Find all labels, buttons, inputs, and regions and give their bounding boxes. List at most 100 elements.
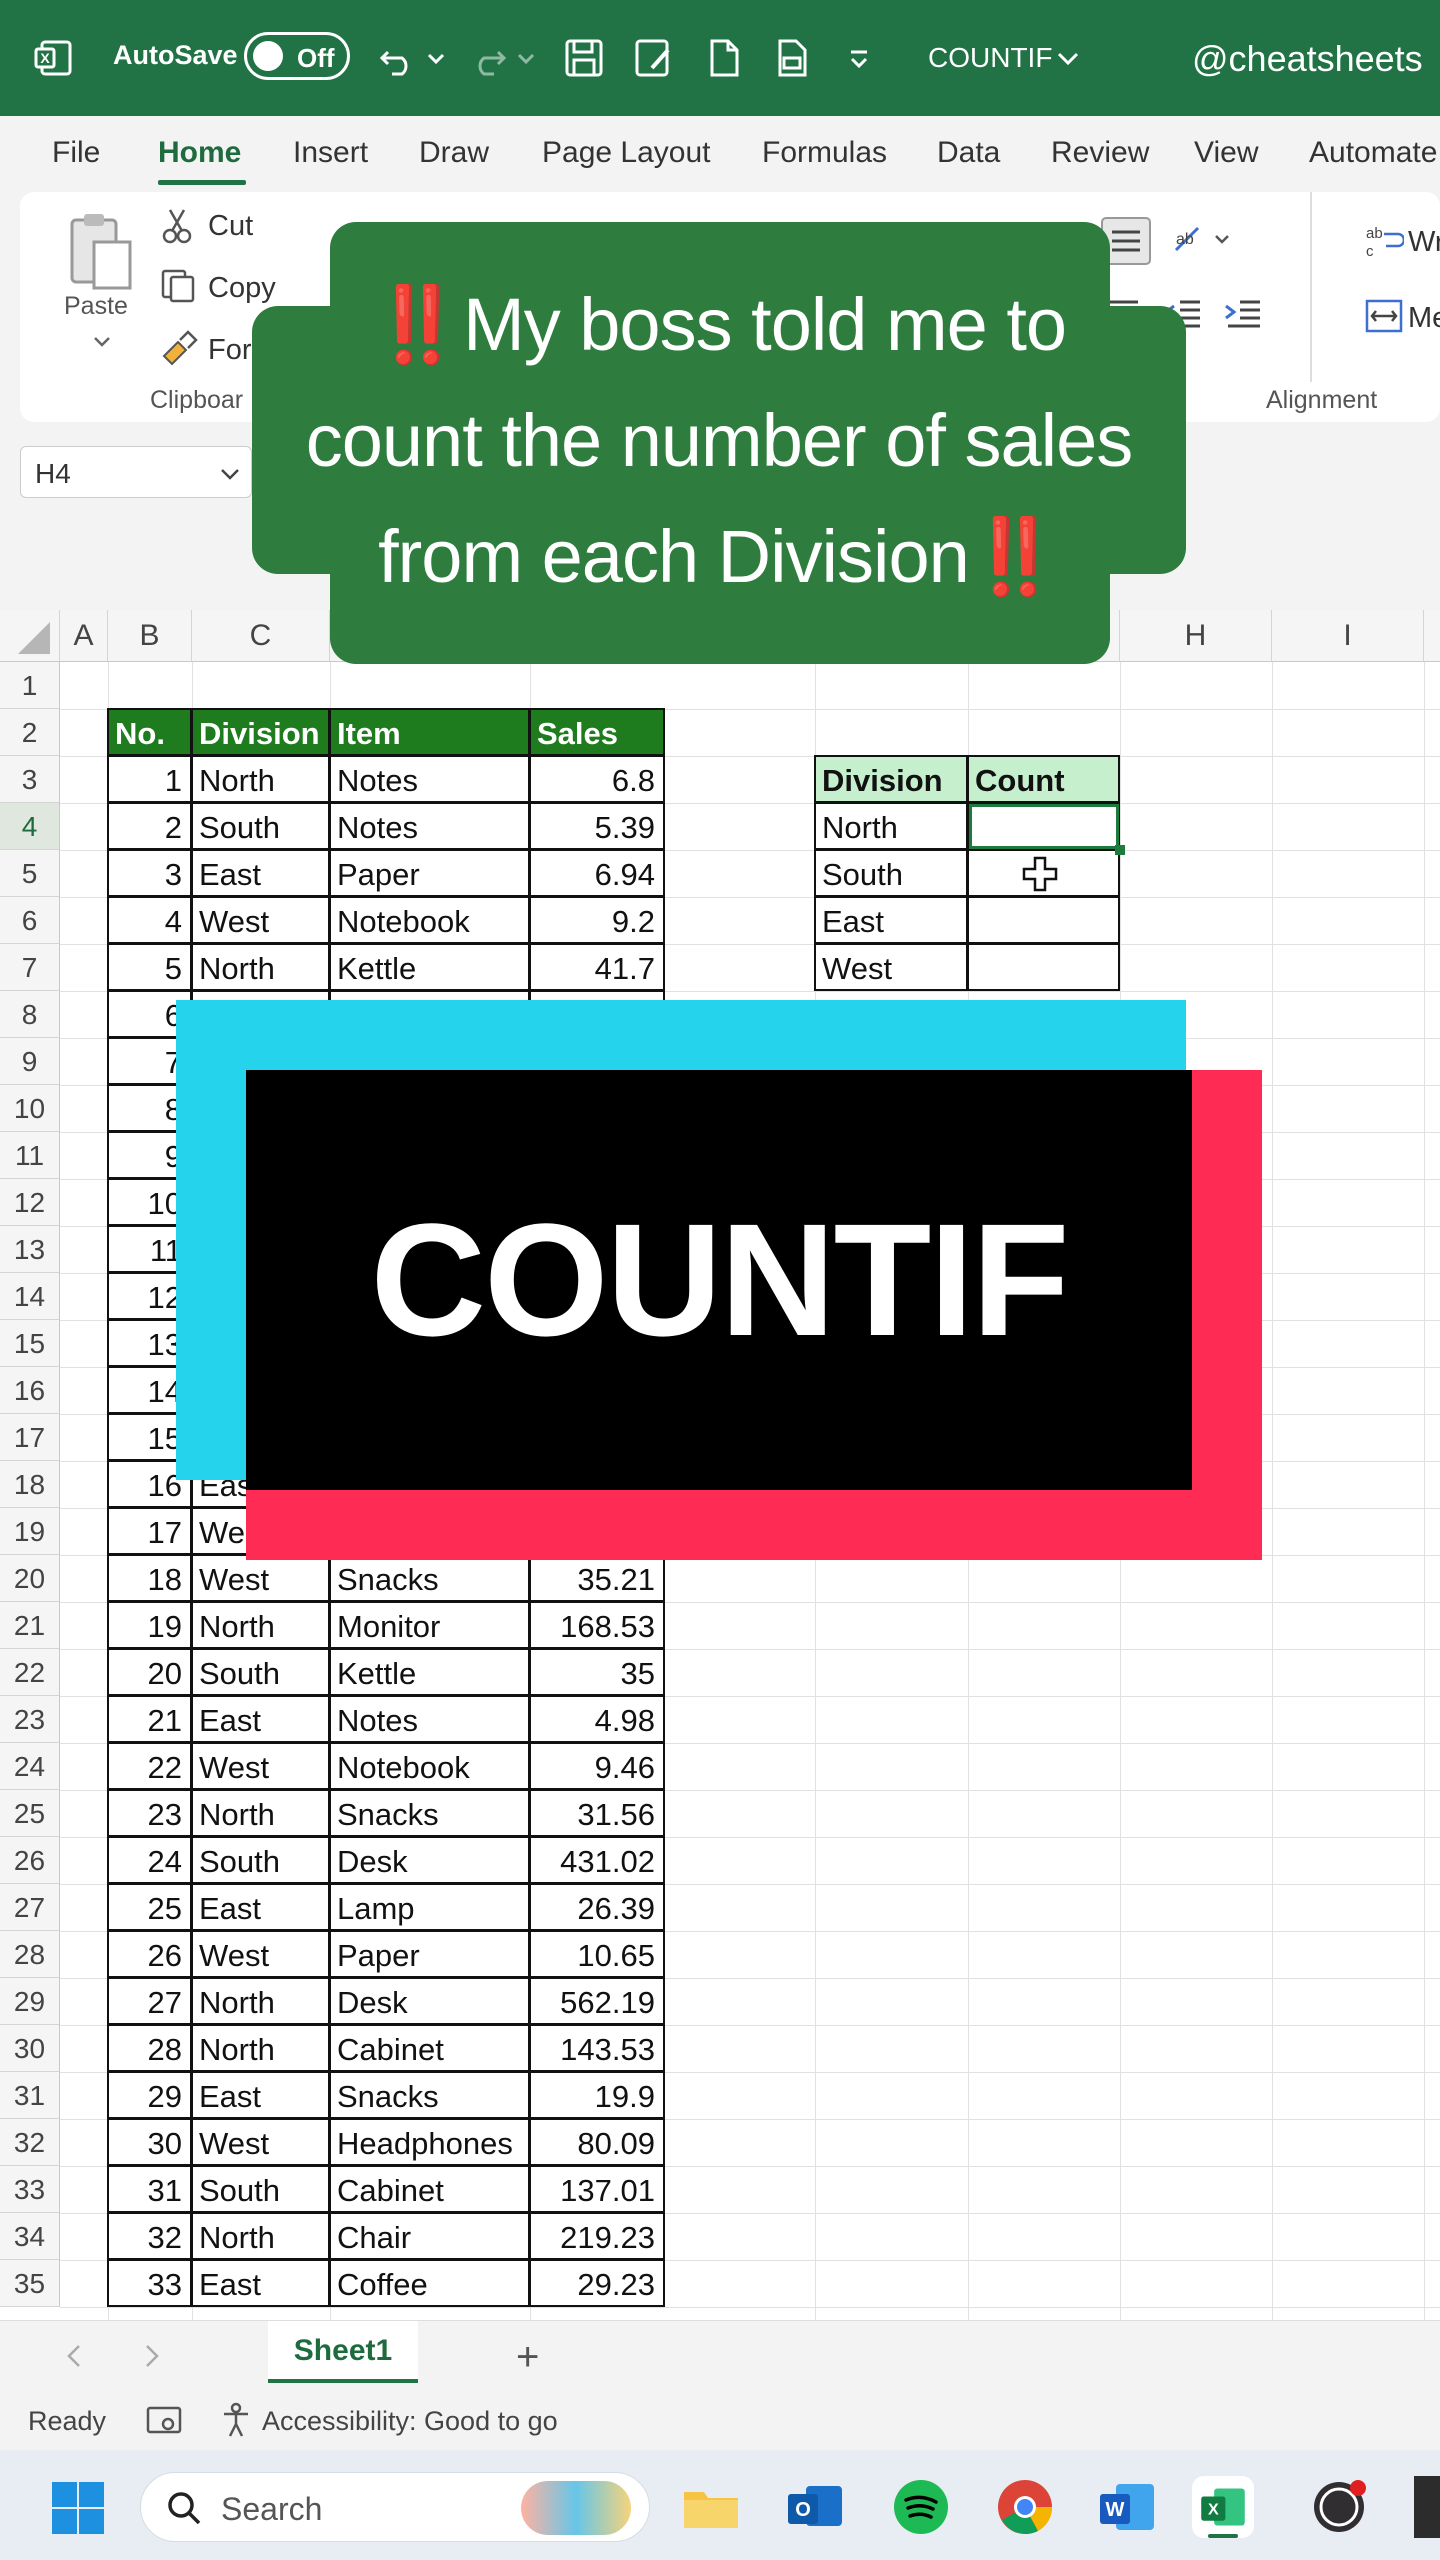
table-cell[interactable]: 431.02 [529,1836,665,1884]
row-header-12[interactable]: 12 [0,1179,60,1226]
tab-automate[interactable]: Automate [1309,136,1437,170]
tab-view[interactable]: View [1194,136,1258,170]
row-header-31[interactable]: 31 [0,2072,60,2119]
accessibility-status[interactable]: Accessibility: Good to go [262,2406,558,2437]
column-header-b[interactable]: B [108,610,192,662]
table-cell[interactable]: 10.65 [529,1930,665,1978]
table-cell[interactable]: 32 [107,2212,192,2260]
row-header-18[interactable]: 18 [0,1461,60,1508]
table-cell[interactable]: Chair [329,2212,530,2260]
table-cell[interactable]: 31 [107,2165,192,2213]
table-cell[interactable]: Monitor [329,1601,530,1649]
tab-home[interactable]: Home [158,136,241,170]
table-header-cell[interactable]: Division [191,708,330,756]
row-header-7[interactable]: 7 [0,944,60,991]
table-cell[interactable]: 25 [107,1883,192,1931]
row-header-4[interactable]: 4 [0,803,60,850]
row-header-27[interactable]: 27 [0,1884,60,1931]
table-cell[interactable]: 41.7 [529,943,665,991]
table-cell[interactable]: 19 [107,1601,192,1649]
table-cell[interactable]: 5 [107,943,192,991]
table-cell[interactable]: North [191,2212,330,2260]
table-cell[interactable]: East [191,1883,330,1931]
select-all-corner[interactable] [0,610,60,662]
table-cell[interactable]: 28 [107,2024,192,2072]
summary-header-cell[interactable]: Division [814,755,968,803]
table-cell[interactable]: Desk [329,1836,530,1884]
table-cell[interactable]: South [191,1836,330,1884]
summary-division-cell[interactable]: South [814,849,968,897]
save-icon[interactable] [564,38,604,78]
table-cell[interactable]: East [191,849,330,897]
row-header-8[interactable]: 8 [0,991,60,1038]
table-cell[interactable]: West [191,896,330,944]
cut-button[interactable]: Cut [208,210,253,243]
row-header-29[interactable]: 29 [0,1978,60,2025]
orientation-dropdown-icon[interactable] [1212,232,1232,248]
document-name[interactable]: COUNTIF [928,42,1052,74]
table-cell[interactable]: North [191,755,330,803]
summary-count-cell[interactable] [967,943,1120,991]
table-cell[interactable]: Notebook [329,896,530,944]
row-header-32[interactable]: 32 [0,2119,60,2166]
chevron-down-icon[interactable] [217,461,243,487]
table-cell[interactable]: 5.39 [529,802,665,850]
tab-data[interactable]: Data [937,136,1000,170]
table-cell[interactable]: Lamp [329,1883,530,1931]
row-header-15[interactable]: 15 [0,1320,60,1367]
active-cell-outline[interactable] [969,804,1119,849]
table-cell[interactable]: Notes [329,755,530,803]
summary-count-cell[interactable] [967,896,1120,944]
copy-icon[interactable] [160,268,196,304]
format-painter-icon[interactable] [160,330,198,366]
column-header-a[interactable]: A [60,610,108,662]
row-header-3[interactable]: 3 [0,756,60,803]
save-as-icon[interactable] [634,38,674,78]
tab-review[interactable]: Review [1051,136,1149,170]
add-sheet-button[interactable]: + [516,2335,539,2380]
tab-draw[interactable]: Draw [419,136,489,170]
table-cell[interactable]: 562.19 [529,1977,665,2025]
table-cell[interactable]: Notes [329,1695,530,1743]
table-cell[interactable]: 30 [107,2118,192,2166]
tab-page-layout[interactable]: Page Layout [542,136,710,170]
row-header-30[interactable]: 30 [0,2025,60,2072]
print-preview-icon[interactable] [772,38,812,78]
table-cell[interactable]: Coffee [329,2259,530,2307]
file-explorer-icon[interactable] [680,2476,742,2538]
row-header-13[interactable]: 13 [0,1226,60,1273]
table-cell[interactable]: East [191,2071,330,2119]
chrome-icon[interactable] [994,2476,1056,2538]
table-cell[interactable]: 35.21 [529,1554,665,1602]
summary-division-cell[interactable]: North [814,802,968,850]
row-header-1[interactable]: 1 [0,662,60,709]
table-cell[interactable]: Desk [329,1977,530,2025]
table-cell[interactable]: North [191,1789,330,1837]
table-cell[interactable]: 26.39 [529,1883,665,1931]
paste-dropdown-icon[interactable] [90,332,114,352]
summary-division-cell[interactable]: East [814,896,968,944]
wrap-text-button[interactable]: Wr [1408,226,1440,259]
table-cell[interactable]: South [191,802,330,850]
row-header-6[interactable]: 6 [0,897,60,944]
table-cell[interactable]: North [191,943,330,991]
table-cell[interactable]: North [191,1977,330,2025]
fill-handle[interactable] [1115,845,1125,855]
table-cell[interactable]: 27 [107,1977,192,2025]
row-header-22[interactable]: 22 [0,1649,60,1696]
row-header-35[interactable]: 35 [0,2260,60,2307]
table-cell[interactable]: 219.23 [529,2212,665,2260]
table-cell[interactable]: 19.9 [529,2071,665,2119]
undo-icon[interactable] [378,38,418,78]
row-header-24[interactable]: 24 [0,1743,60,1790]
customize-toolbar-icon[interactable] [846,38,872,78]
table-cell[interactable]: South [191,1648,330,1696]
increase-indent-icon[interactable] [1222,296,1266,332]
table-cell[interactable]: Cabinet [329,2165,530,2213]
row-header-2[interactable]: 2 [0,709,60,756]
undo-dropdown-icon[interactable] [424,38,448,78]
row-header-21[interactable]: 21 [0,1602,60,1649]
new-document-icon[interactable] [704,38,744,78]
table-cell[interactable]: South [191,2165,330,2213]
summary-division-cell[interactable]: West [814,943,968,991]
